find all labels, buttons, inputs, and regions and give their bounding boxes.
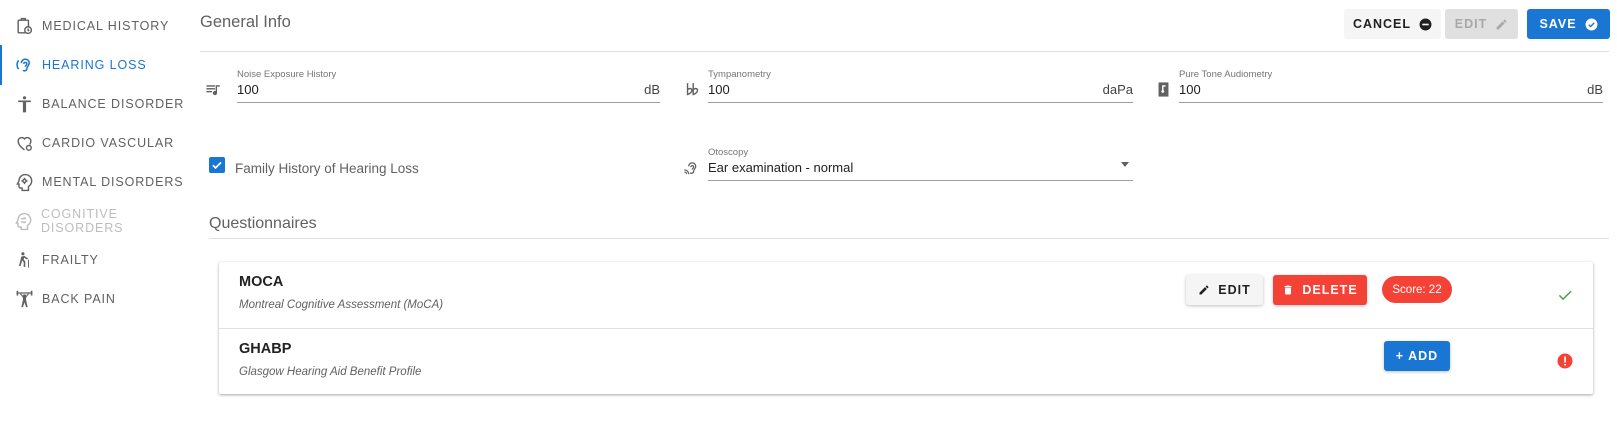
delete-label: DELETE [1302, 283, 1358, 297]
check-icon [1556, 286, 1574, 304]
field-underline [1179, 102, 1603, 103]
sidebar-item-label: COGNITIVE DISORDERS [41, 207, 124, 235]
edit-button[interactable]: EDIT [1445, 9, 1518, 39]
save-button-label: SAVE [1539, 17, 1577, 31]
sidebar-item-label: HEARING LOSS [42, 58, 147, 72]
hearing-icon [681, 158, 701, 178]
questionnaire-list: MOCA Montreal Cognitive Assessment (MoCA… [219, 262, 1593, 394]
add-questionnaire-button[interactable]: + ADD [1384, 341, 1450, 371]
clipboard-clock-icon [14, 16, 34, 36]
sidebar-item-label: MEDICAL HISTORY [42, 19, 170, 33]
questionnaire-description: Glasgow Hearing Aid Benefit Profile [239, 366, 422, 378]
sidebar-item-label: BALANCE DISORDER [42, 97, 185, 111]
pencil-icon [1198, 284, 1210, 296]
audio-book-icon [1153, 79, 1173, 99]
noise-exposure-field[interactable]: Noise Exposure History 100 dB [237, 69, 660, 105]
check-circle-icon [1585, 18, 1598, 31]
edit-label: EDIT [1218, 283, 1251, 297]
sidebar-item-medical-history[interactable]: MEDICAL HISTORY [0, 6, 195, 46]
sidebar-item-label: MENTAL DISORDERS [42, 175, 184, 189]
trash-icon [1282, 284, 1294, 296]
pure-tone-audiometry-field[interactable]: Pure Tone Audiometry 100 dB [1179, 69, 1603, 105]
person-standing-icon [14, 94, 34, 114]
family-history-checkbox[interactable] [209, 157, 225, 173]
brain-icon [14, 211, 33, 231]
edit-questionnaire-button[interactable]: EDIT [1186, 275, 1263, 305]
field-underline [708, 102, 1133, 103]
sidebar-item-balance-disorder[interactable]: BALANCE DISORDER [0, 84, 195, 124]
field-label: Otoscopy [708, 147, 749, 158]
checkmark-icon [212, 161, 222, 170]
minus-circle-icon [1419, 18, 1432, 31]
field-unit: dB [1587, 82, 1603, 97]
otoscopy-select[interactable]: Otoscopy Ear examination - normal [708, 147, 1133, 183]
sidebar-item-back-pain[interactable]: BACK PAIN [0, 279, 195, 319]
sidebar-item-hearing-loss[interactable]: HEARING LOSS [0, 45, 195, 85]
questionnaire-row-moca: MOCA Montreal Cognitive Assessment (MoCA… [219, 262, 1593, 328]
ear-icon [14, 55, 34, 75]
header-divider [200, 51, 1609, 52]
questionnaire-name: MOCA [239, 274, 284, 290]
tympanometry-field[interactable]: Tympanometry 100 daPa [708, 69, 1133, 105]
field-label: Pure Tone Audiometry [1179, 69, 1273, 80]
cancel-button[interactable]: CANCEL [1344, 9, 1441, 39]
person-cane-icon [14, 250, 34, 270]
head-gear-icon [14, 172, 34, 192]
sidebar: MEDICAL HISTORY HEARING LOSS BALANCE DIS… [0, 0, 195, 427]
sidebar-item-label: CARDIO VASCULAR [42, 136, 175, 150]
tympanometry-input[interactable]: 100 [708, 82, 730, 97]
otoscopy-value[interactable]: Ear examination - normal [708, 160, 853, 175]
field-underline [237, 102, 660, 103]
field-unit: daPa [1102, 82, 1133, 97]
family-history-label[interactable]: Family History of Hearing Loss [235, 161, 419, 176]
noise-exposure-input[interactable]: 100 [237, 82, 259, 97]
sidebar-item-label: FRAILTY [42, 253, 99, 267]
edit-button-label: EDIT [1454, 17, 1488, 31]
sidebar-item-frailty[interactable]: FRAILTY [0, 240, 195, 280]
pencil-icon [1495, 18, 1508, 31]
score-badge: Score: 22 [1382, 276, 1452, 303]
weightlifter-icon [14, 289, 34, 309]
pure-tone-audiometry-input[interactable]: 100 [1179, 82, 1201, 97]
sidebar-item-mental-disorders[interactable]: MENTAL DISORDERS [0, 162, 195, 202]
questionnaires-title: Questionnaires [209, 215, 317, 232]
delete-questionnaire-button[interactable]: DELETE [1273, 275, 1367, 305]
field-unit: dB [644, 82, 660, 97]
questionnaire-name: GHABP [239, 341, 292, 357]
error-icon [1556, 352, 1574, 370]
field-underline [708, 180, 1133, 181]
field-label: Tympanometry [708, 69, 771, 80]
sidebar-item-label: BACK PAIN [42, 292, 116, 306]
sidebar-item-cognitive-disorders[interactable]: COGNITIVE DISORDERS [0, 201, 195, 241]
heart-pulse-icon [14, 133, 34, 153]
questionnaire-row-ghabp: GHABP Glasgow Hearing Aid Benefit Profil… [219, 328, 1593, 394]
save-button[interactable]: SAVE [1527, 9, 1610, 39]
dropdown-arrow-icon[interactable] [1121, 162, 1129, 167]
cancel-button-label: CANCEL [1352, 17, 1412, 31]
music-list-icon [203, 79, 223, 99]
field-label: Noise Exposure History [237, 69, 337, 80]
section-divider [209, 238, 1609, 239]
double-flat-icon [682, 79, 702, 99]
page-title: General Info [200, 13, 291, 31]
sidebar-item-cardio-vascular[interactable]: CARDIO VASCULAR [0, 123, 195, 163]
add-label: + ADD [1395, 349, 1439, 363]
questionnaire-description: Montreal Cognitive Assessment (MoCA) [239, 299, 444, 311]
